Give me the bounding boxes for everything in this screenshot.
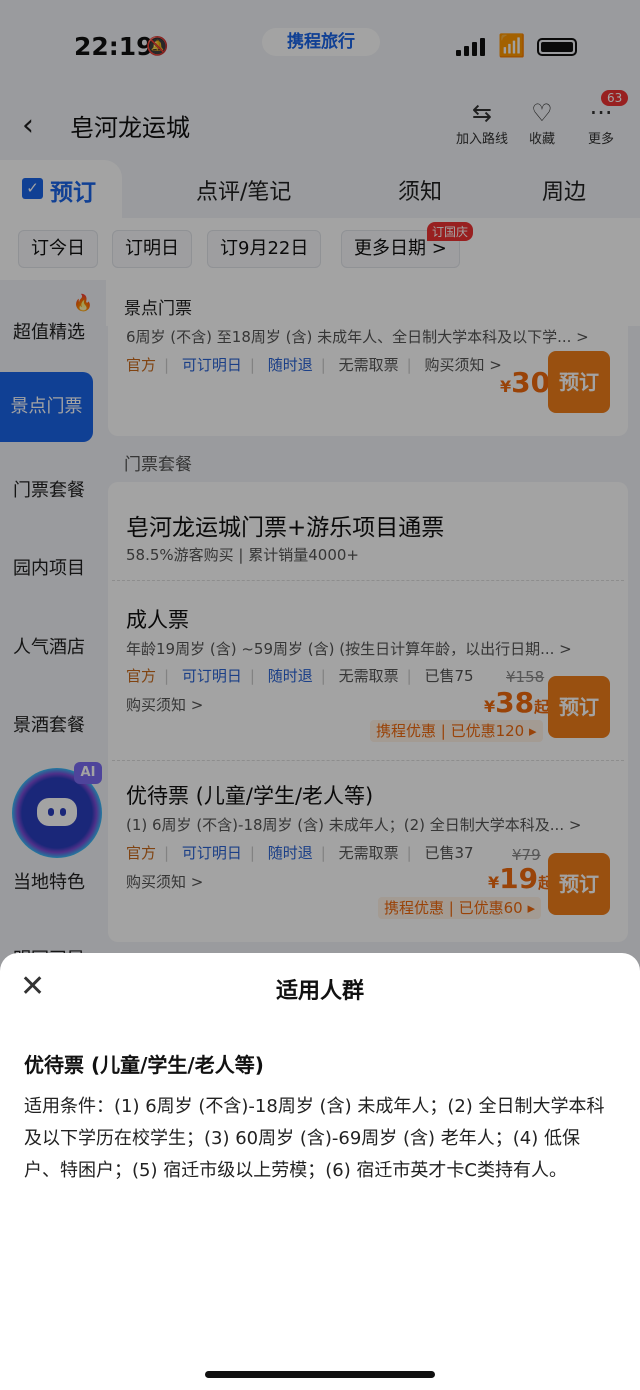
applicable-people-sheet: ✕ 适用人群 优待票 (儿童/学生/老人等) 适用条件：(1) 6周岁 (不含)… (0, 953, 640, 1390)
sheet-product-name: 优待票 (儿童/学生/老人等) (24, 1053, 264, 1077)
home-indicator[interactable] (205, 1371, 435, 1378)
sheet-conditions-text: 适用条件：(1) 6周岁 (不含)-18周岁 (含) 未成年人；(2) 全日制大… (24, 1096, 605, 1181)
sheet-title: 适用人群 (275, 979, 364, 1004)
